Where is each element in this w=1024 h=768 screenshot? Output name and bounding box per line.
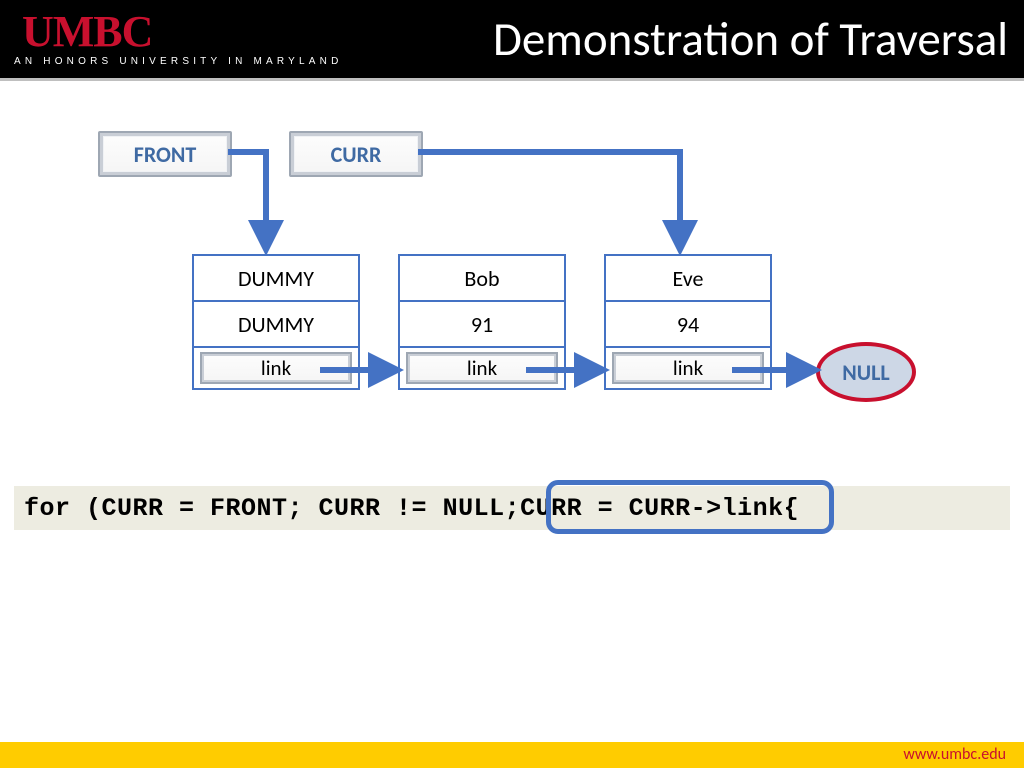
curr-pointer-box: CURR xyxy=(289,131,423,177)
node-eve: Eve 94 link xyxy=(604,254,772,390)
null-terminator: NULL xyxy=(816,342,916,402)
curr-pointer-label: CURR xyxy=(331,141,382,168)
slide-footer: www.umbc.edu xyxy=(0,742,1024,768)
node-name: Eve xyxy=(606,256,770,302)
front-pointer-box: FRONT xyxy=(98,131,232,177)
code-highlight-box xyxy=(546,480,834,534)
code-prefix: for (CURR = FRONT; CURR != NULL; xyxy=(24,494,520,523)
node-link: link xyxy=(200,352,352,384)
footer-url: www.umbc.edu xyxy=(903,745,1006,764)
umbc-tagline: AN HONORS UNIVERSITY IN MARYLAND xyxy=(14,56,343,67)
front-pointer-label: FRONT xyxy=(134,141,197,168)
node-name: Bob xyxy=(400,256,564,302)
header-divider xyxy=(0,78,1024,81)
code-line: for (CURR = FRONT; CURR != NULL; CURR = … xyxy=(14,486,1010,530)
umbc-logo: UMBC xyxy=(22,6,152,57)
node-value: 94 xyxy=(606,302,770,348)
null-label: NULL xyxy=(842,359,889,386)
slide-header: UMBC AN HONORS UNIVERSITY IN MARYLAND De… xyxy=(0,0,1024,78)
node-dummy: DUMMY DUMMY link xyxy=(192,254,360,390)
slide-title: Demonstration of Traversal xyxy=(493,10,1008,68)
node-link: link xyxy=(612,352,764,384)
node-bob: Bob 91 link xyxy=(398,254,566,390)
node-value: DUMMY xyxy=(194,302,358,348)
node-name: DUMMY xyxy=(194,256,358,302)
node-link: link xyxy=(406,352,558,384)
node-value: 91 xyxy=(400,302,564,348)
